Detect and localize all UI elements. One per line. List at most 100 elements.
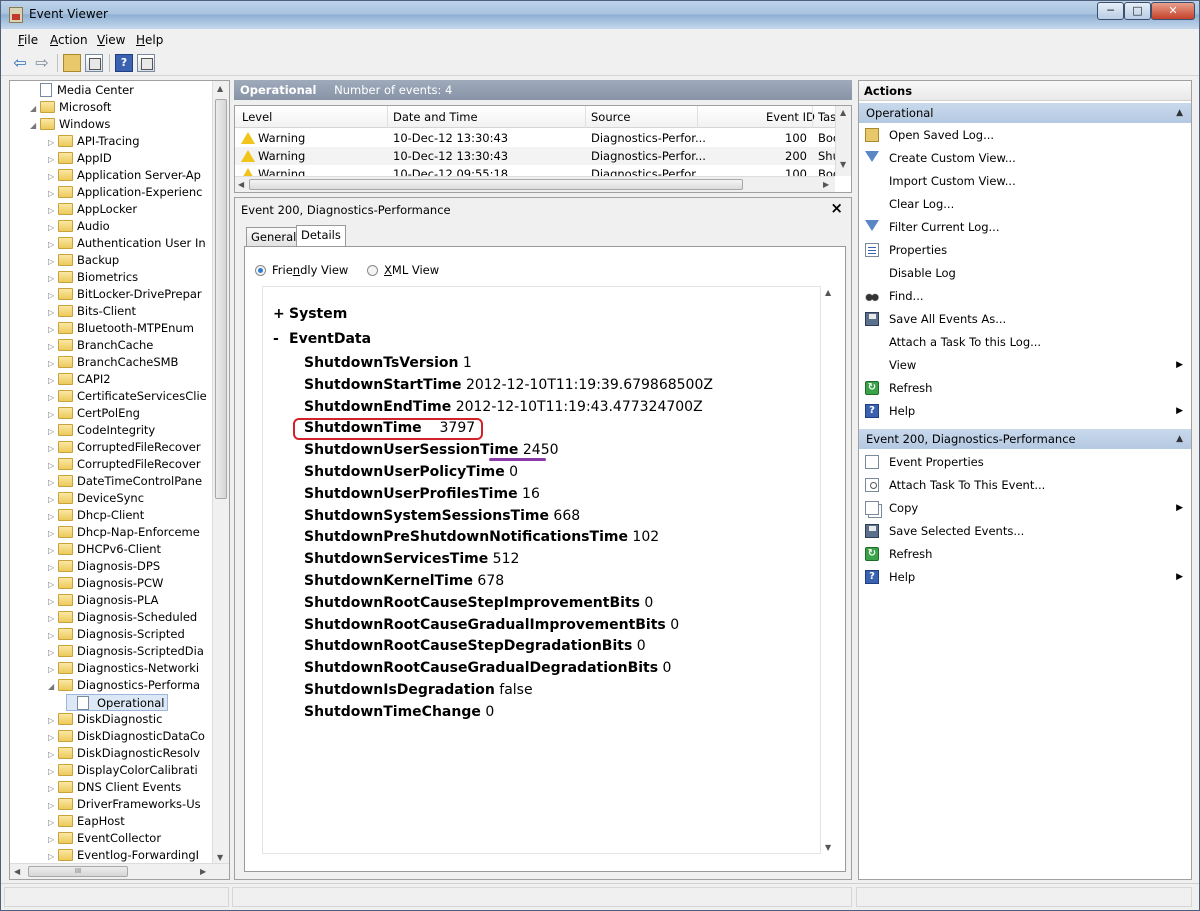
tree-item[interactable]: ▷ DNS Client Events — [48, 779, 181, 796]
close-detail-icon[interactable]: × — [830, 199, 843, 217]
expand-arrow-icon[interactable]: ▷ — [48, 491, 58, 508]
tree-item[interactable]: ▷ AppID — [48, 150, 112, 167]
tree-item[interactable]: ▷ Bluetooth-MTPEnum — [48, 320, 194, 337]
tree-item[interactable]: ◢ Microsoft — [30, 99, 111, 116]
tree-hscroll-thumb[interactable]: III — [28, 866, 128, 877]
expand-arrow-icon[interactable]: ▷ — [48, 593, 58, 610]
expand-arrow-icon[interactable]: ▷ — [48, 661, 58, 678]
forward-icon[interactable]: ⇨ — [33, 54, 51, 72]
up-folder-icon[interactable] — [63, 54, 81, 72]
menu-file[interactable]: File — [18, 33, 38, 47]
menu-help[interactable]: Help — [136, 33, 163, 47]
collapse-section-icon[interactable]: ▲ — [1176, 429, 1183, 449]
tree-item[interactable]: ▷ Diagnosis-ScriptedDia — [48, 643, 204, 660]
collapse-arrow-icon[interactable]: ◢ — [48, 678, 58, 695]
tree-item[interactable]: ▷ DiskDiagnosticResolv — [48, 745, 200, 762]
expand-arrow-icon[interactable]: ▷ — [48, 746, 58, 763]
action-item[interactable]: ↻ Refresh — [859, 377, 1191, 399]
tree-item[interactable]: ▷ BranchCache — [48, 337, 153, 354]
expand-arrow-icon[interactable]: ▷ — [48, 508, 58, 525]
expand-arrow-icon[interactable]: ▷ — [48, 525, 58, 542]
expand-arrow-icon[interactable]: ▷ — [48, 559, 58, 576]
expand-arrow-icon[interactable]: ▷ — [48, 389, 58, 406]
tab-general[interactable]: General — [246, 227, 302, 247]
tree-item[interactable]: ▷ EventCollector — [48, 830, 161, 847]
action-item[interactable]: Attach Task To This Event... — [859, 474, 1191, 496]
xml-view-radio[interactable]: XML View — [367, 263, 439, 277]
expand-arrow-icon[interactable]: ▷ — [48, 151, 58, 168]
tree-item[interactable]: ▷ DisplayColorCalibrati — [48, 762, 198, 779]
tree-item[interactable]: ▷ Authentication User In — [48, 235, 206, 252]
expand-arrow-icon[interactable]: ▷ — [48, 763, 58, 780]
tree-item[interactable]: ▷ Diagnosis-Scheduled — [48, 609, 197, 626]
expand-arrow-icon[interactable]: ▷ — [48, 440, 58, 457]
tree-item[interactable]: ▷ Diagnostics-Networki — [48, 660, 199, 677]
event-row[interactable]: Warning 10-Dec-12 13:30:43 Diagnostics-Per… — [235, 129, 835, 147]
expand-arrow-icon[interactable]: ▷ — [48, 474, 58, 491]
tree-item[interactable]: ▷ CodeIntegrity — [48, 422, 155, 439]
events-horizontal-scrollbar[interactable]: ◀ ▶ — [235, 176, 835, 192]
tree-item[interactable]: ▷ DHCPv6-Client — [48, 541, 161, 558]
tree-item[interactable]: ◢ Windows — [30, 116, 110, 133]
event-row[interactable]: Warning 10-Dec-12 13:30:43 Diagnostics-Per… — [235, 147, 835, 165]
events-hscroll-thumb[interactable] — [249, 179, 743, 190]
expand-arrow-icon[interactable]: ▷ — [48, 627, 58, 644]
expand-arrow-icon[interactable]: ▷ — [48, 134, 58, 151]
tree-item[interactable]: Operational — [66, 694, 169, 711]
collapse-section-icon[interactable]: ▲ — [1176, 103, 1183, 123]
minimize-button[interactable]: ─ — [1097, 2, 1124, 20]
close-button[interactable]: ✕ — [1151, 2, 1195, 20]
action-item[interactable]: Disable Log — [859, 262, 1191, 284]
action-item[interactable]: ? Help ▶ — [859, 566, 1191, 588]
expand-arrow-icon[interactable]: ▷ — [48, 457, 58, 474]
tree-item[interactable]: ▷ Diagnosis-Scripted — [48, 626, 185, 643]
expand-arrow-icon[interactable]: ▷ — [48, 338, 58, 355]
action-item[interactable]: Create Custom View... — [859, 147, 1191, 169]
expand-arrow-icon[interactable]: ▷ — [48, 644, 58, 661]
events-vertical-scrollbar[interactable]: ▲ ▼ — [835, 106, 851, 176]
expand-arrow-icon[interactable]: ▷ — [48, 236, 58, 253]
tree-item[interactable]: ▷ Dhcp-Client — [48, 507, 144, 524]
friendly-view-scrollbar[interactable]: ▲ ▼ — [821, 286, 838, 854]
expand-icon[interactable]: + — [273, 306, 289, 322]
action-item[interactable]: Properties — [859, 239, 1191, 261]
show-hide-tree-icon[interactable] — [85, 54, 103, 72]
action-item[interactable]: Save All Events As... — [859, 308, 1191, 330]
tree-item[interactable]: ▷ BranchCacheSMB — [48, 354, 178, 371]
tab-details[interactable]: Details — [296, 225, 346, 247]
menu-action[interactable]: Action — [50, 33, 88, 47]
expand-arrow-icon[interactable]: ▷ — [48, 712, 58, 729]
column-header-source[interactable]: Source — [591, 110, 631, 124]
action-item[interactable]: ? Help ▶ — [859, 400, 1191, 422]
action-item[interactable]: Event Properties — [859, 451, 1191, 473]
tree-item[interactable]: Media Center — [30, 82, 134, 99]
tree-item[interactable]: ◢ Diagnostics-Performa — [48, 677, 200, 694]
friendly-view-radio[interactable]: Friendly View — [255, 263, 348, 277]
tree-item[interactable]: ▷ Application Server-Ap — [48, 167, 201, 184]
tree-item[interactable]: ▷ Backup — [48, 252, 119, 269]
actions-section-event[interactable]: Event 200, Diagnostics-Performance ▲ — [859, 429, 1191, 449]
expand-arrow-icon[interactable]: ▷ — [48, 423, 58, 440]
show-hide-action-pane-icon[interactable] — [137, 54, 155, 72]
expand-arrow-icon[interactable]: ▷ — [48, 355, 58, 372]
tree-item[interactable]: ▷ AppLocker — [48, 201, 137, 218]
action-item[interactable]: Clear Log... — [859, 193, 1191, 215]
tree-item[interactable]: ▷ CorruptedFileRecover — [48, 456, 201, 473]
tree-item[interactable]: ▷ Audio — [48, 218, 110, 235]
help-icon[interactable]: ? — [115, 54, 133, 72]
expand-arrow-icon[interactable]: ▷ — [48, 270, 58, 287]
tree-item[interactable]: ▷ Application-Experienc — [48, 184, 202, 201]
column-header-task[interactable]: Tas — [818, 110, 836, 124]
expand-arrow-icon[interactable]: ▷ — [48, 287, 58, 304]
tree-item[interactable]: ▷ Biometrics — [48, 269, 138, 286]
tree-item[interactable]: ▷ CorruptedFileRecover — [48, 439, 201, 456]
tree-item[interactable]: ▷ Diagnosis-PCW — [48, 575, 163, 592]
action-item[interactable]: Save Selected Events... — [859, 520, 1191, 542]
expand-arrow-icon[interactable]: ▷ — [48, 610, 58, 627]
expand-arrow-icon[interactable]: ▷ — [48, 372, 58, 389]
action-item[interactable]: View ▶ — [859, 354, 1191, 376]
expand-arrow-icon[interactable]: ▷ — [48, 406, 58, 423]
tree-item[interactable]: ▷ EapHost — [48, 813, 125, 830]
expand-arrow-icon[interactable]: ▷ — [48, 202, 58, 219]
tree-horizontal-scrollbar[interactable]: ◀ III ▶ — [10, 863, 229, 879]
